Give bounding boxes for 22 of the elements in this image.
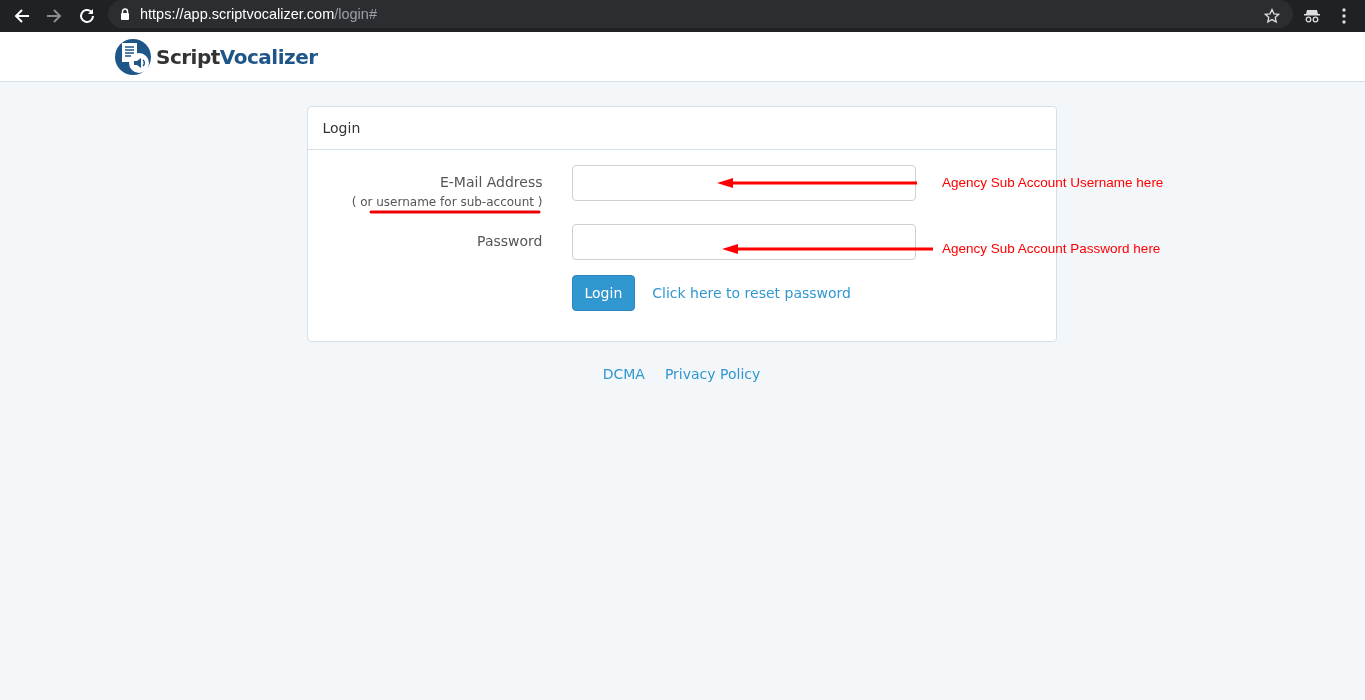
forward-icon[interactable] xyxy=(45,7,63,25)
incognito-icon[interactable] xyxy=(1304,9,1320,23)
back-icon[interactable] xyxy=(13,7,31,25)
reload-icon[interactable] xyxy=(78,7,96,25)
field-label: Password xyxy=(477,233,543,249)
menu-icon[interactable] xyxy=(1342,8,1346,24)
document-speaker-icon xyxy=(113,36,153,77)
lock-icon xyxy=(120,8,130,20)
input-field[interactable] xyxy=(571,165,916,201)
annotation-note: Agency Sub Account Username here xyxy=(942,174,1164,192)
star-icon[interactable] xyxy=(1264,8,1280,24)
address-bar[interactable]: https://app.scriptvocalizer.com/login# xyxy=(108,0,1293,28)
field-hint: ( or username for sub-account ) xyxy=(351,195,543,209)
reset-password-link[interactable]: Click here to reset password xyxy=(652,285,851,301)
footer-link[interactable]: Privacy Policy xyxy=(664,366,761,382)
card-title: Login xyxy=(322,120,361,136)
annotation-note: Agency Sub Account Password here xyxy=(942,240,1161,258)
field-label: E-Mail Address xyxy=(439,174,543,190)
logo-wordmark[interactable]: ScriptVocalizer xyxy=(156,44,318,69)
footer-link[interactable]: DCMA xyxy=(602,366,645,382)
login-button[interactable]: Login xyxy=(571,275,636,311)
input-field[interactable] xyxy=(571,224,916,260)
